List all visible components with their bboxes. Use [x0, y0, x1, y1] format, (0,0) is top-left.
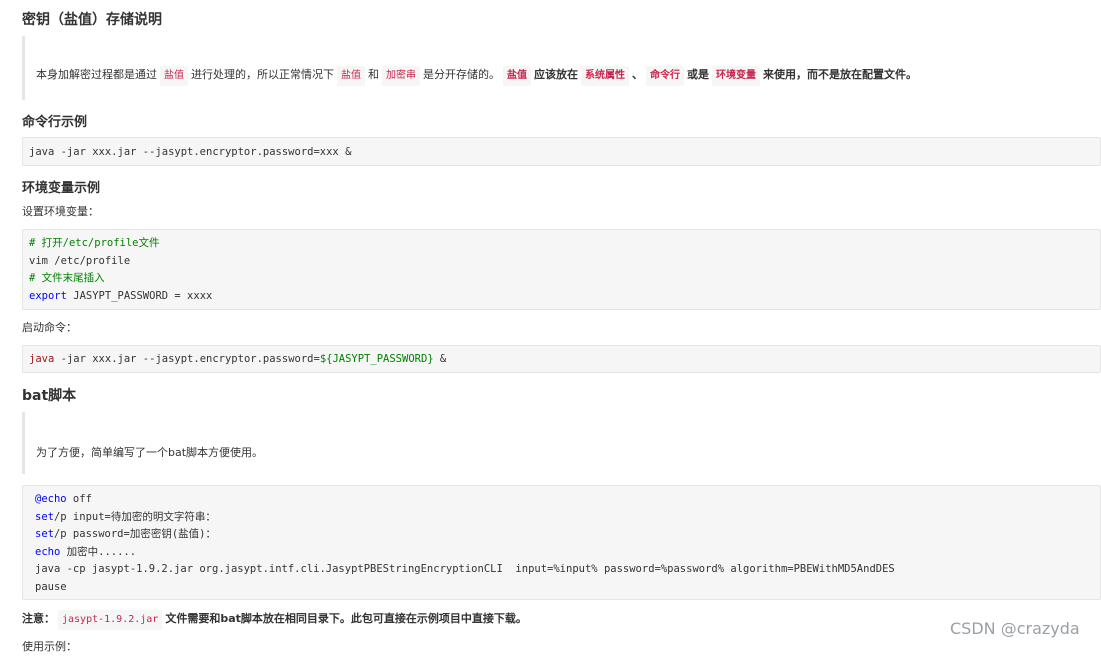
inline-code-salt: 盐值 — [160, 66, 188, 86]
start-command-label: 启动命令： — [22, 321, 77, 334]
inline-code-jar: jasypt-1.9.2.jar — [58, 610, 163, 630]
code-block-env: # 打开/etc/profile文件 vim /etc/profile # 文件… — [22, 229, 1101, 310]
section-title-salt: 密钥（盐值）存储说明 — [22, 12, 162, 28]
bat-paragraph: 为了方便，简单编写了一个bat脚本方便使用。 — [36, 446, 264, 459]
code-block-bat: @echo off set/p input=待加密的明文字符串： set/p p… — [22, 485, 1101, 600]
set-env-label: 设置环境变量： — [22, 205, 99, 218]
section-title-env: 环境变量示例 — [22, 181, 101, 196]
inline-code-encrypted-string: 加密串 — [382, 66, 420, 86]
inline-code-system-property: 系统属性 — [581, 66, 629, 86]
note-text: 文件需要和bat脚本放在相同目录下。此包可直接在示例项目中直接下载。 — [165, 612, 527, 625]
inline-code-env-var: 环境变量 — [712, 66, 760, 86]
note-label: 注意： — [22, 612, 55, 625]
usage-label: 使用示例： — [22, 640, 77, 653]
inline-code-command-line: 命令行 — [646, 66, 684, 86]
section-title-bat: bat脚本 — [22, 388, 77, 404]
inline-code-salt: 盐值 — [503, 66, 531, 86]
csdn-watermark: CSDN @crazyda — [950, 619, 1080, 638]
blockquote-salt: 本身加解密过程都是通过 盐值 进行处理的，所以正常情况下 盐值和加密串 是分开存储的。盐… — [22, 36, 1095, 100]
salt-paragraph: 本身加解密过程都是通过 盐值 进行处理的，所以正常情况下 盐值和加密串 是分开存储的。盐… — [36, 66, 917, 86]
inline-code-salt: 盐值 — [337, 66, 365, 86]
blockquote-bat: 为了方便，简单编写了一个bat脚本方便使用。 — [22, 412, 1095, 474]
code-block-start: java -jar xxx.jar --jasypt.encryptor.pas… — [22, 345, 1101, 373]
code-block-cli: java -jar xxx.jar --jasypt.encryptor.pas… — [22, 137, 1101, 166]
note-line: 注意： jasypt-1.9.2.jar 文件需要和bat脚本放在相同目录下。此包可… — [22, 610, 527, 630]
section-title-cli: 命令行示例 — [22, 115, 88, 130]
